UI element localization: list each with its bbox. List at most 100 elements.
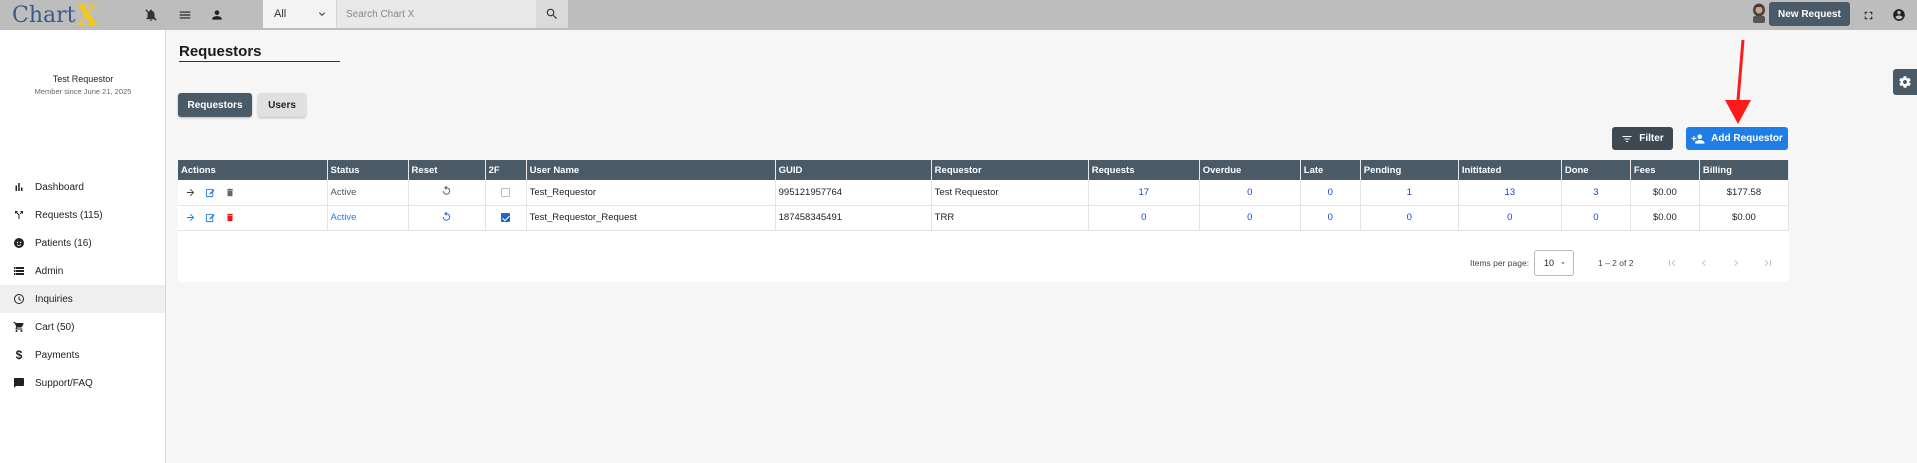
- last-page-button[interactable]: [1757, 252, 1779, 274]
- bar-chart-icon: [12, 180, 26, 194]
- arrow-forward-icon[interactable]: [185, 212, 196, 223]
- dollar-icon: $: [15, 348, 23, 362]
- search-scope-value: All: [274, 8, 287, 20]
- next-page-button[interactable]: [1725, 252, 1747, 274]
- two-factor-checkbox[interactable]: [501, 187, 511, 197]
- sidebar-item-requests[interactable]: Requests (115): [0, 201, 165, 229]
- delete-icon[interactable]: [225, 212, 235, 223]
- two-factor-checkbox[interactable]: [501, 212, 511, 222]
- clock-icon: [12, 292, 26, 306]
- search-bar: All: [263, 0, 568, 28]
- initiated-count-link[interactable]: 0: [1458, 205, 1562, 231]
- dropdown-arrow-icon: [1561, 262, 1565, 264]
- account-circle-icon[interactable]: [1888, 4, 1910, 26]
- actions-cell: [178, 205, 328, 231]
- last-page-icon: [1764, 260, 1771, 266]
- col-header-user-name[interactable]: User Name: [526, 160, 776, 180]
- search-icon: [546, 8, 557, 19]
- menu-icon[interactable]: [174, 4, 196, 26]
- table-row[interactable]: Active Test_Requestor_Request 1874583454…: [178, 205, 1790, 231]
- overdue-count-link[interactable]: 0: [1199, 205, 1301, 231]
- sidebar-item-patients[interactable]: Patients (16): [0, 229, 165, 257]
- sidebar-item-admin[interactable]: Admin: [0, 257, 165, 285]
- guid-cell: 995121957764: [775, 180, 932, 206]
- user-name-cell: Test_Requestor: [526, 180, 776, 206]
- profile-name: Test Requestor: [52, 74, 114, 84]
- pending-count-link[interactable]: 0: [1360, 205, 1459, 231]
- page-title: Requestors: [179, 43, 262, 60]
- requests-icon: [12, 208, 26, 222]
- previous-page-button[interactable]: [1693, 252, 1715, 274]
- col-header-done[interactable]: Done: [1561, 160, 1631, 180]
- done-count-link[interactable]: 0: [1561, 205, 1631, 231]
- page-size-select[interactable]: 10: [1534, 250, 1574, 276]
- col-header-guid[interactable]: GUID: [775, 160, 932, 180]
- cart-icon: [12, 320, 26, 334]
- filter-label: Filter: [1639, 133, 1664, 144]
- settings-panel-toggle[interactable]: [1893, 69, 1917, 95]
- sidebar-item-inquiries[interactable]: Inquiries: [0, 285, 165, 313]
- filter-button[interactable]: Filter: [1612, 127, 1673, 150]
- search-input[interactable]: [337, 0, 536, 28]
- tab-requestors[interactable]: Requestors: [178, 93, 252, 117]
- refresh-icon[interactable]: [441, 185, 452, 196]
- col-header-billing[interactable]: Billing: [1699, 160, 1790, 180]
- chevron-right-icon: [1734, 260, 1738, 266]
- notifications-off-icon[interactable]: [140, 4, 162, 26]
- requests-count-link[interactable]: 17: [1088, 180, 1200, 206]
- col-header-overdue[interactable]: Overdue: [1199, 160, 1301, 180]
- edit-icon[interactable]: [205, 212, 216, 223]
- initiated-count-link[interactable]: 13: [1458, 180, 1562, 206]
- sidebar-item-dashboard[interactable]: Dashboard: [0, 173, 165, 201]
- refresh-icon[interactable]: [441, 210, 452, 222]
- col-header-2f: 2F: [485, 160, 527, 180]
- col-header-pending[interactable]: Pending: [1360, 160, 1459, 180]
- table-row[interactable]: Active Test_Requestor 995121957764 Test …: [178, 180, 1790, 206]
- page-range-label: 1 – 2 of 2: [1598, 258, 1634, 268]
- col-header-initiated[interactable]: Inititated: [1458, 160, 1562, 180]
- fullscreen-icon[interactable]: [1857, 4, 1879, 26]
- logo-accent: X: [76, 0, 99, 32]
- sidebar-item-cart[interactable]: Cart (50): [0, 313, 165, 341]
- two-factor-cell: [485, 180, 527, 206]
- search-scope-select[interactable]: All: [263, 0, 337, 28]
- sidebar-item-label: Dashboard: [35, 181, 84, 193]
- first-page-button[interactable]: [1661, 252, 1683, 274]
- sidebar-item-label: Patients (16): [35, 237, 92, 249]
- new-request-button[interactable]: New Request: [1769, 2, 1850, 26]
- reset-cell: [408, 180, 486, 206]
- table-header-row: Actions Status Reset 2F User Name GUID R…: [178, 160, 1790, 180]
- person-icon[interactable]: [206, 4, 228, 26]
- col-header-fees[interactable]: Fees: [1630, 160, 1700, 180]
- overdue-count-link[interactable]: 0: [1199, 180, 1301, 206]
- requestor-cell: Test Requestor: [931, 180, 1089, 206]
- app-logo[interactable]: Chart X: [12, 0, 99, 32]
- add-requestor-button[interactable]: Add Requestor: [1686, 127, 1788, 150]
- actions-cell: [178, 180, 328, 206]
- late-count-link[interactable]: 0: [1300, 180, 1361, 206]
- user-avatar[interactable]: [1750, 2, 1768, 24]
- user-name-cell: Test_Requestor_Request: [526, 205, 776, 231]
- status-cell[interactable]: Active: [327, 205, 409, 231]
- requestors-table-card: Actions Status Reset 2F User Name GUID R…: [178, 160, 1790, 282]
- col-header-requests[interactable]: Requests: [1088, 160, 1200, 180]
- tab-users[interactable]: Users: [258, 93, 306, 117]
- done-count-link[interactable]: 3: [1561, 180, 1631, 206]
- late-count-link[interactable]: 0: [1300, 205, 1361, 231]
- billing-cell: $0.00: [1699, 205, 1790, 231]
- requestors-table: Actions Status Reset 2F User Name GUID R…: [178, 160, 1790, 231]
- col-header-requestor[interactable]: Requestor: [931, 160, 1089, 180]
- annotation-arrow: [1725, 39, 1751, 124]
- search-button[interactable]: [536, 0, 568, 28]
- pending-count-link[interactable]: 1: [1360, 180, 1459, 206]
- sidebar-item-support[interactable]: Support/FAQ: [0, 369, 165, 397]
- sidebar-item-payments[interactable]: $ Payments: [0, 341, 165, 369]
- delete-icon[interactable]: [225, 187, 235, 198]
- edit-icon[interactable]: [205, 187, 216, 198]
- billing-cell: $177.58: [1699, 180, 1790, 206]
- arrow-forward-icon[interactable]: [185, 187, 196, 198]
- col-header-status[interactable]: Status: [327, 160, 409, 180]
- sidebar-nav: Dashboard Requests (115) Patients (16) A…: [0, 173, 165, 397]
- requests-count-link[interactable]: 0: [1088, 205, 1200, 231]
- col-header-late[interactable]: Late: [1300, 160, 1361, 180]
